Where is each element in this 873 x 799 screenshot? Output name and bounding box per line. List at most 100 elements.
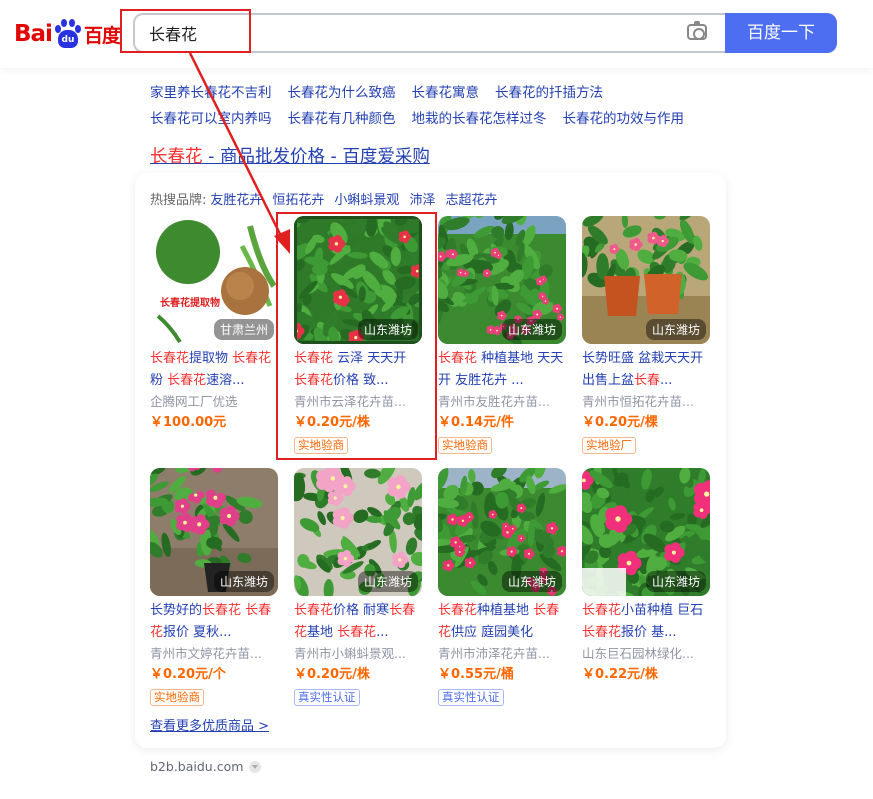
related-link[interactable]: 家里养长春花不吉利 xyxy=(150,81,272,101)
source-url-text: b2b.baidu.com xyxy=(150,759,244,774)
product-title-segment: 长春花 xyxy=(582,603,622,618)
product-title[interactable]: 长势好的长春花 长春花报价 夏秋... xyxy=(150,600,278,644)
svg-text:长春花提取物: 长春花提取物 xyxy=(160,296,220,309)
location-badge: 山东潍坊 xyxy=(645,319,706,340)
product-image[interactable]: 长春花提取物 甘肃兰州 xyxy=(150,216,278,344)
product-title[interactable]: 长春花 种植基地 天天开 友胜花卉 ... xyxy=(438,348,566,392)
product-title-segment: 长春花 xyxy=(294,603,334,618)
search-button[interactable]: 百度一下 xyxy=(725,13,837,53)
location-badge: 山东潍坊 xyxy=(501,571,562,592)
brand-link[interactable]: 志超花卉 xyxy=(445,189,497,208)
product-title-segment: 速溶... xyxy=(206,373,245,388)
location-badge: 山东潍坊 xyxy=(501,319,562,340)
location-badge: 甘肃兰州 xyxy=(213,319,274,340)
brand-link[interactable]: 沛泽 xyxy=(409,189,435,208)
brand-link[interactable]: 恒拓花卉 xyxy=(272,189,324,208)
product-title-segment: ... xyxy=(376,625,389,640)
product-seller[interactable]: 青州市小蝌蚪景观... xyxy=(294,644,422,664)
product-price: ￥0.20元/个 xyxy=(150,667,226,682)
product-item[interactable]: 长春花提取物 甘肃兰州 长春花提取物 长春花粉 长春花速溶... 企腾网工厂优选 ￥1… xyxy=(150,216,278,434)
hot-brands: 热搜品牌: 友胜花卉 恒拓花卉 小蝌蚪景观 沛泽 志超花卉 xyxy=(150,189,507,208)
location-badge: 山东潍坊 xyxy=(213,571,274,592)
product-title-segment: 种植基地 xyxy=(477,603,534,618)
product-item[interactable]: 山东潍坊长春花 种植基地 天天开 友胜花卉 ... 青州市友胜花卉苗... ￥0.1… xyxy=(438,216,566,454)
product-item[interactable]: 山东潍坊长春花种植基地 长春花供应 庭园美化 青州市沛泽花卉苗... ￥0.55元/… xyxy=(438,468,566,706)
product-image[interactable]: 山东潍坊 xyxy=(582,468,710,596)
product-title[interactable]: 长势旺盛 盆栽天天开 出售上盆长春... xyxy=(582,348,710,392)
product-seller[interactable]: 青州市文婷花卉苗... xyxy=(150,644,278,664)
baidu-logo[interactable]: Bai du 百度 xyxy=(14,16,121,52)
product-title[interactable]: 长春花种植基地 长春花供应 庭园美化 xyxy=(438,600,566,644)
source-url[interactable]: b2b.baidu.com xyxy=(150,759,262,774)
product-image[interactable]: 山东潍坊 xyxy=(438,216,566,344)
product-title-segment: 基地 xyxy=(307,625,338,640)
product-title-segment: 花 xyxy=(294,625,308,640)
product-title-segment: 长春花 xyxy=(582,625,622,640)
product-title[interactable]: 长春花价格 耐寒长春花基地 长春花... xyxy=(294,600,422,644)
product-item[interactable]: 山东潍坊 长春花价格 耐寒长春花基地 长春花... 青州市小蝌蚪景观... ￥0.20… xyxy=(294,468,422,706)
more-products-link[interactable]: 查看更多优质商品 > xyxy=(150,715,269,734)
product-title-segment: 长春花 xyxy=(438,351,478,366)
product-image[interactable]: 山东潍坊 xyxy=(150,468,278,596)
product-seller[interactable]: 山东巨石园林绿化... xyxy=(582,644,710,664)
product-image[interactable]: 山东潍坊 xyxy=(438,468,566,596)
verify-tag: 真实性认证 xyxy=(438,689,504,706)
product-seller[interactable]: 企腾网工厂优选 xyxy=(150,392,278,412)
related-link[interactable]: 长春花寓意 xyxy=(412,81,480,101)
product-price: ￥0.20元/株 xyxy=(294,667,370,682)
verify-tag: 实地验商 xyxy=(438,437,492,454)
product-title-segment: 长春花 xyxy=(438,603,478,618)
related-searches: 家里养长春花不吉利 长春花为什么致癌 长春花寓意 长春花的扦插方法 长春花可以室… xyxy=(150,78,750,130)
product-title-segment: 长春 xyxy=(533,603,560,618)
product-title-segment: 长春花 长春 xyxy=(202,603,272,618)
product-seller[interactable]: 青州市友胜花卉苗... xyxy=(438,392,566,412)
product-title[interactable]: 长春花提取物 长春花粉 长春花速溶... xyxy=(150,348,278,392)
related-link[interactable]: 地栽的长春花怎样过冬 xyxy=(412,107,547,127)
logo-text-du: du xyxy=(57,30,78,48)
brand-link[interactable]: 友胜花卉 xyxy=(210,189,262,208)
product-title[interactable]: 长春花小苗种植 巨石 长春花报价 基... xyxy=(582,600,710,644)
related-link[interactable]: 长春花可以室内养吗 xyxy=(150,107,272,127)
paw-icon: du xyxy=(53,19,83,49)
verify-tag: 实地验商 xyxy=(150,689,204,706)
product-seller[interactable]: 青州市沛泽花卉苗... xyxy=(438,644,566,664)
related-link[interactable]: 长春花的扦插方法 xyxy=(495,81,603,101)
location-badge: 山东潍坊 xyxy=(357,571,418,592)
product-seller[interactable]: 青州市恒拓花卉苗... xyxy=(582,392,710,412)
product-title-segment: 长春花 xyxy=(337,625,377,640)
product-price: ￥0.55元/桶 xyxy=(438,667,514,682)
related-link[interactable]: 长春花为什么致癌 xyxy=(288,81,396,101)
product-price: ￥0.14元/件 xyxy=(438,415,514,430)
product-title-segment: 长春花 xyxy=(167,373,207,388)
product-title-segment: 长春 xyxy=(634,373,661,388)
product-title-segment: 长势好的 xyxy=(150,603,203,618)
verify-tag: 实地验厂 xyxy=(582,437,636,454)
product-item[interactable]: 山东潍坊 长春花小苗种植 巨石 长春花报价 基... 山东巨石园林绿化... ￥0.2… xyxy=(582,468,710,686)
location-badge: 山东潍坊 xyxy=(645,571,706,592)
related-link[interactable]: 长春花的功效与作用 xyxy=(563,107,685,127)
product-image[interactable]: 山东潍坊 xyxy=(582,216,710,344)
related-row: 长春花可以室内养吗 长春花有几种颜色 地栽的长春花怎样过冬 长春花的功效与作用 xyxy=(150,104,750,130)
product-title-segment: 提取物 xyxy=(189,351,233,366)
annotation-box-product xyxy=(276,212,437,460)
brand-link[interactable]: 小蝌蚪景观 xyxy=(334,189,399,208)
annotation-box-search xyxy=(120,9,251,53)
product-title-segment: 花 xyxy=(150,625,164,640)
dropdown-icon[interactable] xyxy=(249,760,262,773)
camera-icon[interactable] xyxy=(687,21,707,40)
product-title-segment: 小苗种植 巨石 xyxy=(621,603,704,618)
product-title-segment: 长春花 xyxy=(150,351,190,366)
result-title-rest: - 商品批发价格 - 百度爱采购 xyxy=(202,147,430,167)
logo-text-baidu: 百度 xyxy=(83,24,121,47)
related-link[interactable]: 长春花有几种颜色 xyxy=(288,107,396,127)
result-title-link[interactable]: 长春花 - 商品批发价格 - 百度爱采购 xyxy=(150,143,430,168)
product-title-segment: 报价 基... xyxy=(621,625,677,640)
product-image[interactable]: 山东潍坊 xyxy=(294,468,422,596)
product-item[interactable]: 山东潍坊 长势旺盛 盆栽天天开 出售上盆长春... 青州市恒拓花卉苗... ￥0.20… xyxy=(582,216,710,454)
verify-tag: 真实性认证 xyxy=(294,689,360,706)
product-title-segment: 价格 耐寒 xyxy=(333,603,390,618)
product-title-segment: ... xyxy=(660,373,673,388)
logo-text-bai: Bai xyxy=(14,21,53,47)
related-row: 家里养长春花不吉利 长春花为什么致癌 长春花寓意 长春花的扦插方法 xyxy=(150,78,750,104)
product-item[interactable]: 山东潍坊 长势好的长春花 长春花报价 夏秋... 青州市文婷花卉苗... ￥0.20元… xyxy=(150,468,278,706)
